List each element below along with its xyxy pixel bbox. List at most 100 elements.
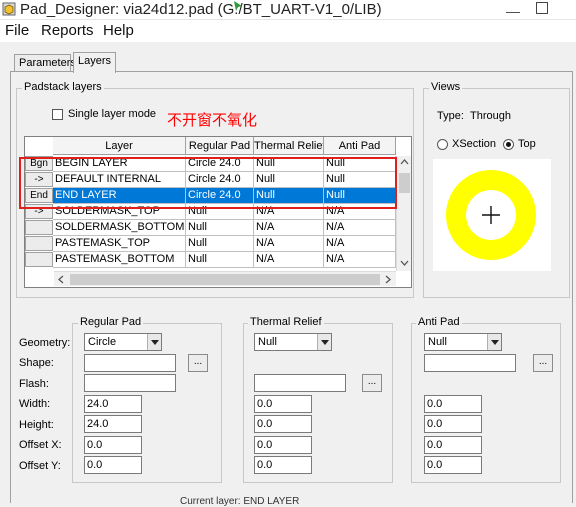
tab-parameters[interactable]: Parameters xyxy=(14,54,76,72)
regular-height-field[interactable]: 24.0 xyxy=(84,415,142,433)
table-row[interactable]: PASTEMASK_BOTTOM Null N/A N/A xyxy=(25,252,396,268)
row-button[interactable] xyxy=(25,252,53,267)
tab-layers[interactable]: Layers xyxy=(73,52,116,73)
cursor-icon xyxy=(234,1,242,11)
geometry-label: Geometry: xyxy=(19,337,71,349)
pad-preview-drawing xyxy=(446,170,536,260)
cell-regular-pad: Null xyxy=(186,204,254,220)
type-value: Through xyxy=(470,110,511,122)
cell-thermal-relief: Null xyxy=(254,172,324,188)
cell-anti-pad: N/A xyxy=(324,204,396,220)
width-label: Width: xyxy=(19,398,51,410)
column-header-layer[interactable]: Layer xyxy=(53,137,186,155)
regular-offset-y-field[interactable]: 0.0 xyxy=(84,456,142,474)
cell-regular-pad: Null xyxy=(186,252,254,268)
window-title: Pad_Designer: via24d12.pad (G:/BT_UART-V… xyxy=(20,1,382,18)
cell-thermal-relief: Null xyxy=(254,188,324,204)
cell-regular-pad: Null xyxy=(186,236,254,252)
chevron-down-icon[interactable] xyxy=(487,334,501,350)
horizontal-scrollbar[interactable] xyxy=(54,271,396,286)
row-button-end[interactable]: End xyxy=(25,188,53,203)
anti-width-field[interactable]: 0.0 xyxy=(424,395,482,413)
anti-geometry-select[interactable]: Null xyxy=(424,333,502,351)
regular-offset-x-field[interactable]: 0.0 xyxy=(84,436,142,454)
regular-geometry-select[interactable]: Circle xyxy=(84,333,162,351)
vertical-scrollbar[interactable] xyxy=(396,156,411,271)
column-header-regular-pad[interactable]: Regular Pad xyxy=(186,137,254,155)
regular-width-field[interactable]: 24.0 xyxy=(84,395,142,413)
menu-file[interactable]: File xyxy=(5,22,29,39)
annotation-text: 不开窗不氧化 xyxy=(167,112,258,129)
padstack-layers-title: Padstack layers xyxy=(22,81,104,93)
minimize-button[interactable]: — xyxy=(506,3,520,19)
scroll-up-icon[interactable] xyxy=(400,159,409,165)
cell-layer: SOLDERMASK_TOP xyxy=(53,204,186,220)
pad-preview xyxy=(433,159,551,271)
cell-thermal-relief: N/A xyxy=(254,220,324,236)
anti-pad-title: Anti Pad xyxy=(416,316,462,328)
regular-flash-field[interactable] xyxy=(84,374,176,392)
shape-label: Shape: xyxy=(19,357,54,369)
anti-height-field[interactable]: 0.0 xyxy=(424,415,482,433)
menu-reports[interactable]: Reports xyxy=(41,22,94,39)
column-header-anti-pad[interactable]: Anti Pad xyxy=(324,137,396,155)
anti-shape-browse-button[interactable]: ... xyxy=(533,354,553,372)
cell-anti-pad: N/A xyxy=(324,236,396,252)
thermal-height-field[interactable]: 0.0 xyxy=(254,415,312,433)
cell-layer: SOLDERMASK_BOTTOM xyxy=(53,220,186,236)
cell-layer: PASTEMASK_BOTTOM xyxy=(53,252,186,268)
menu-bar: File Reports Help xyxy=(0,20,576,42)
regular-shape-browse-button[interactable]: ... xyxy=(188,354,208,372)
restore-button[interactable] xyxy=(536,2,548,14)
chevron-down-icon[interactable] xyxy=(317,334,331,350)
offset-x-label: Offset X: xyxy=(19,439,62,451)
row-button-bgn[interactable]: Bgn xyxy=(25,156,53,171)
single-layer-checkbox[interactable] xyxy=(52,109,63,120)
single-layer-label: Single layer mode xyxy=(68,108,157,120)
regular-shape-field[interactable] xyxy=(84,354,176,372)
anti-offset-x-field[interactable]: 0.0 xyxy=(424,436,482,454)
chevron-down-icon[interactable] xyxy=(147,334,161,350)
cell-thermal-relief: Null xyxy=(254,156,324,172)
column-header-thermal-relief[interactable]: Thermal Relief xyxy=(254,137,324,155)
table-row[interactable]: Bgn BEGIN LAYER Circle 24.0 Null Null xyxy=(25,156,396,172)
table-row[interactable]: -> SOLDERMASK_TOP Null N/A N/A xyxy=(25,204,396,220)
table-row-selected[interactable]: End END LAYER Circle 24.0 Null Null xyxy=(25,188,396,204)
thermal-offset-x-field[interactable]: 0.0 xyxy=(254,436,312,454)
anti-offset-y-field[interactable]: 0.0 xyxy=(424,456,482,474)
thermal-flash-browse-button[interactable]: ... xyxy=(362,374,382,392)
cell-anti-pad: N/A xyxy=(324,220,396,236)
row-button[interactable] xyxy=(25,236,53,251)
row-button-copy[interactable]: -> xyxy=(25,204,53,219)
xsection-label: XSection xyxy=(452,138,497,150)
table-row[interactable]: SOLDERMASK_BOTTOM Null N/A N/A xyxy=(25,220,396,236)
anti-geometry-value: Null xyxy=(428,336,447,348)
thermal-offset-y-field[interactable]: 0.0 xyxy=(254,456,312,474)
regular-geometry-value: Circle xyxy=(88,336,117,348)
scroll-down-icon[interactable] xyxy=(400,260,409,266)
cell-regular-pad: Circle 24.0 xyxy=(186,188,254,204)
views-title: Views xyxy=(429,81,463,93)
current-layer-status: Current layer: END LAYER xyxy=(180,496,300,507)
top-radio[interactable] xyxy=(503,139,514,150)
menu-help[interactable]: Help xyxy=(103,22,134,39)
thermal-flash-field[interactable] xyxy=(254,374,346,392)
horizontal-scroll-thumb[interactable] xyxy=(70,274,380,285)
anti-shape-field[interactable] xyxy=(424,354,516,372)
scroll-left-icon[interactable] xyxy=(58,275,64,284)
table-row[interactable]: PASTEMASK_TOP Null N/A N/A xyxy=(25,236,396,252)
scroll-right-icon[interactable] xyxy=(385,275,391,284)
row-button[interactable] xyxy=(25,220,53,235)
cell-regular-pad: Circle 24.0 xyxy=(186,156,254,172)
row-button-copy[interactable]: -> xyxy=(25,172,53,187)
table-row[interactable]: -> DEFAULT INTERNAL Circle 24.0 Null Nul… xyxy=(25,172,396,188)
cell-anti-pad: Null xyxy=(324,188,396,204)
xsection-radio[interactable] xyxy=(437,139,448,150)
cell-layer: END LAYER xyxy=(53,188,186,204)
padstack-table: Layer Regular Pad Thermal Relief Anti Pa… xyxy=(24,136,412,288)
vertical-scroll-thumb[interactable] xyxy=(399,173,410,193)
thermal-geometry-select[interactable]: Null xyxy=(254,333,332,351)
cell-layer: PASTEMASK_TOP xyxy=(53,236,186,252)
cell-layer: BEGIN LAYER xyxy=(53,156,186,172)
thermal-width-field[interactable]: 0.0 xyxy=(254,395,312,413)
